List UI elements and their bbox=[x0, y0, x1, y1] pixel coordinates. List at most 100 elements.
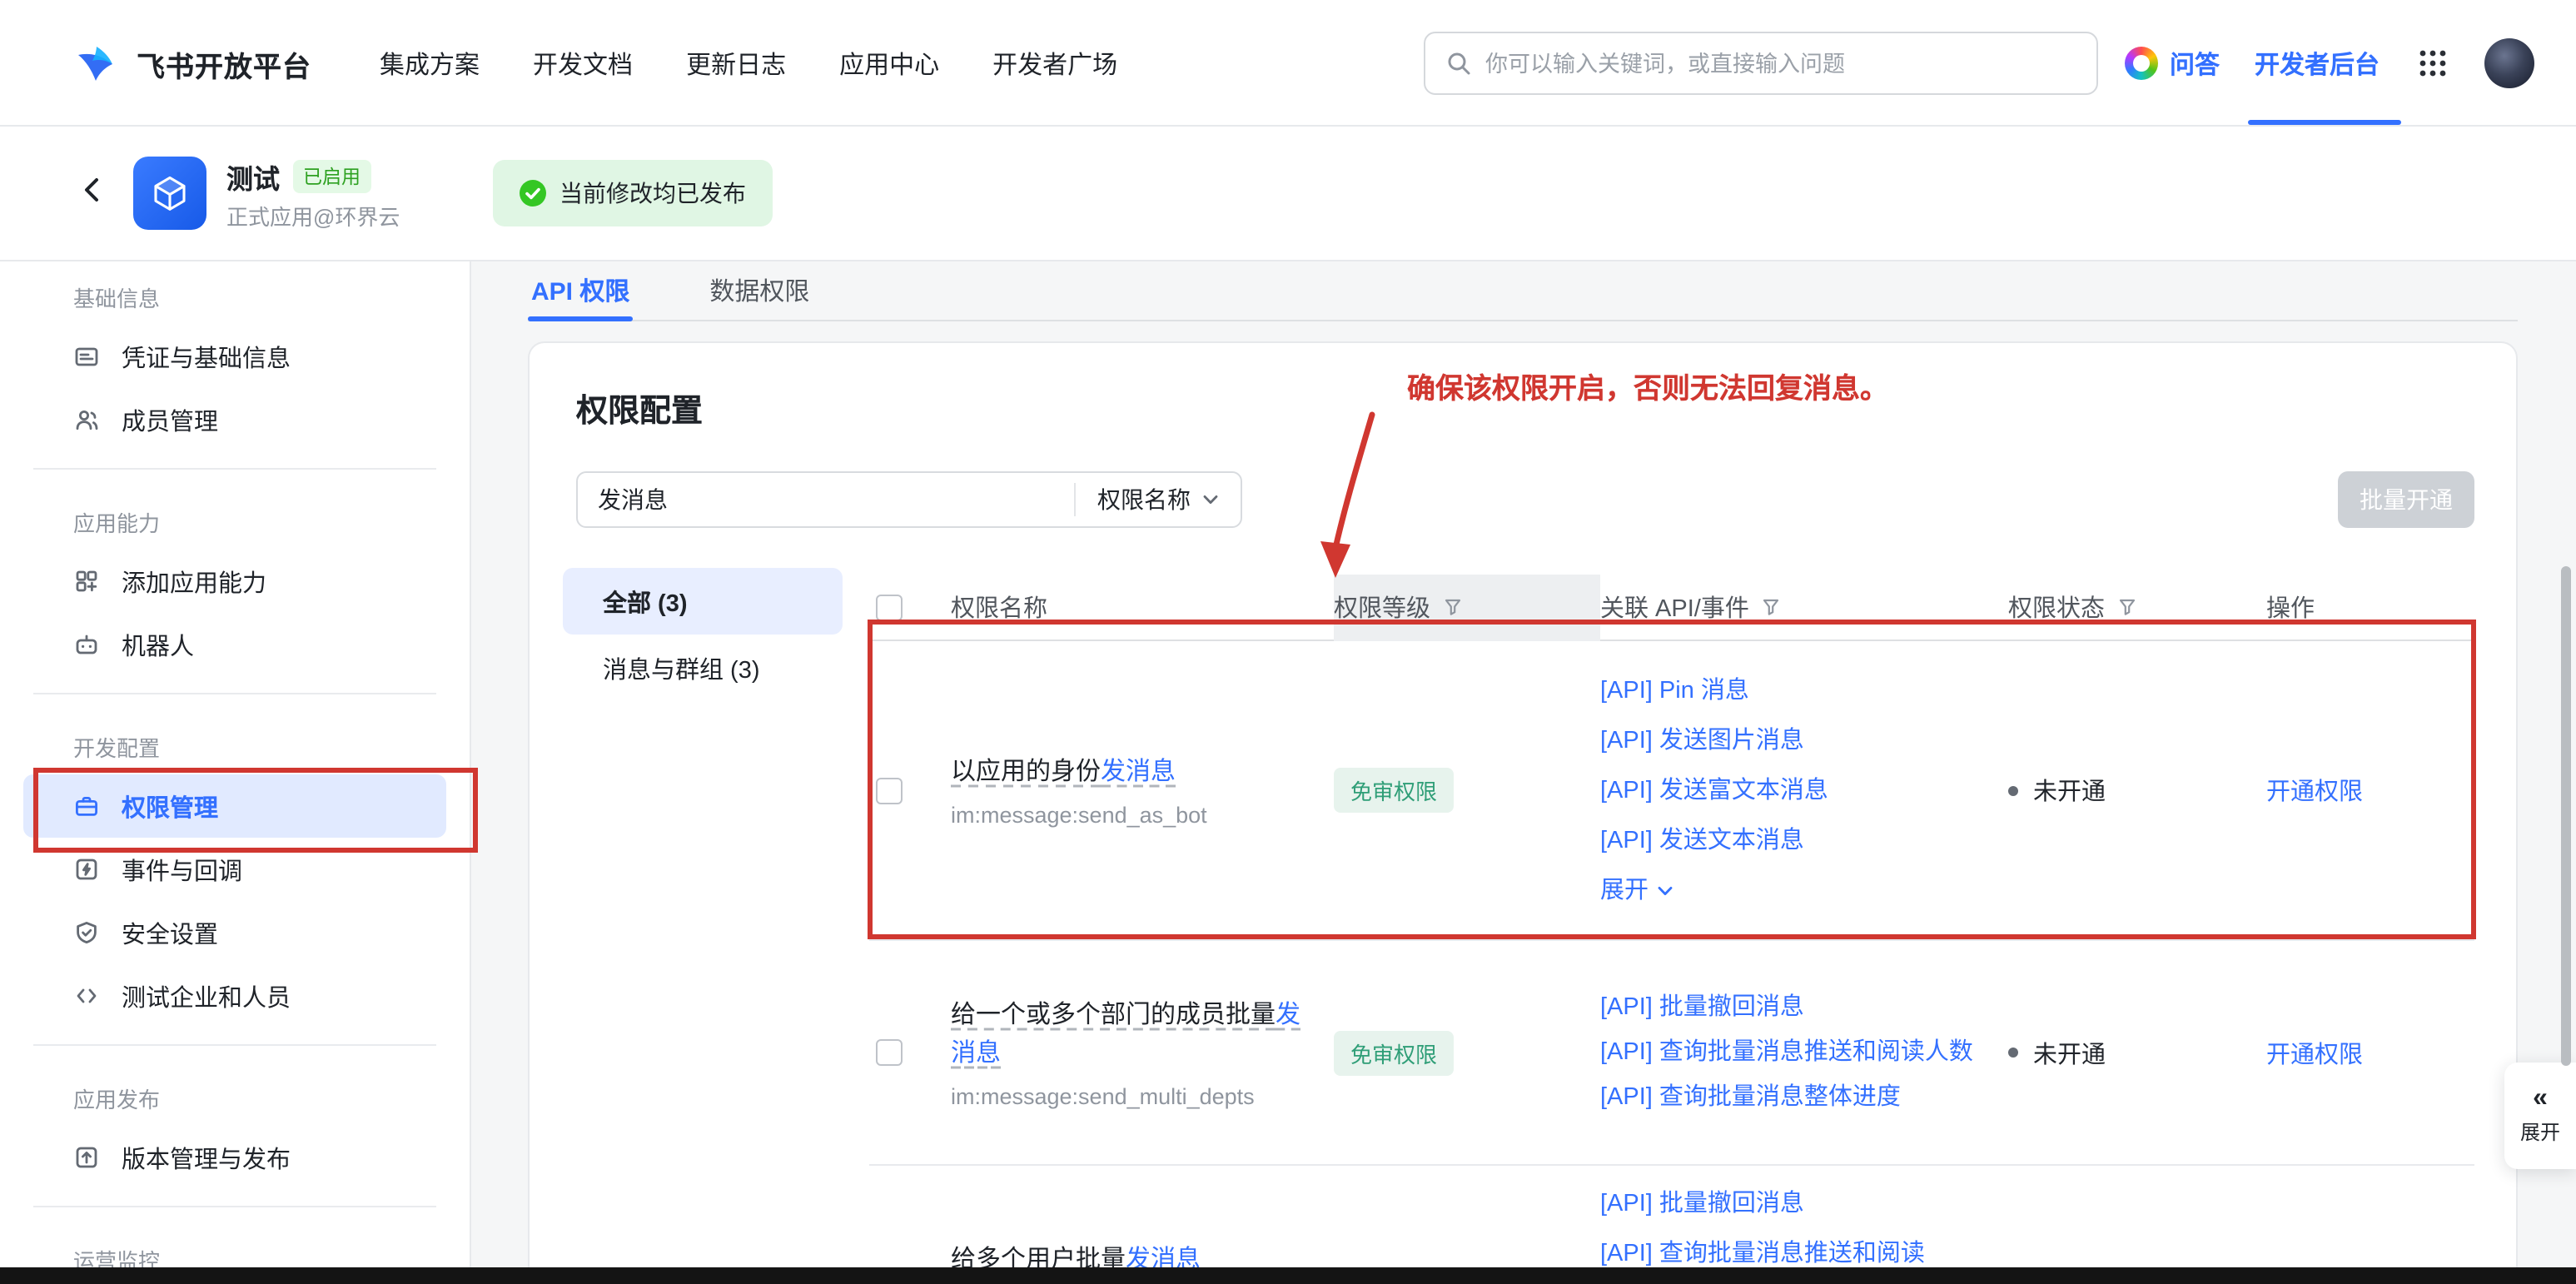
category-all[interactable]: 全部 (3) bbox=[563, 568, 843, 635]
global-search-input[interactable] bbox=[1485, 51, 2076, 76]
row-checkbox[interactable] bbox=[876, 777, 903, 804]
search-type-label: 权限名称 bbox=[1097, 483, 1191, 516]
sidebar-divider bbox=[33, 468, 436, 470]
category-messaging[interactable]: 消息与群组 (3) bbox=[563, 635, 843, 701]
robot-icon bbox=[73, 631, 100, 658]
sidebar: 基础信息 凭证与基础信息 成员管理 应用能力 添加应用能力 机器人 开发配置 权… bbox=[0, 261, 471, 1284]
sidebar-item-label: 事件与回调 bbox=[122, 852, 242, 887]
batch-approve-button[interactable]: 批量开通 bbox=[2338, 471, 2474, 528]
search-highlight: 发消息 bbox=[1101, 758, 1176, 786]
sidebar-item-members[interactable]: 成员管理 bbox=[23, 388, 446, 451]
top-navbar: 飞书开放平台 集成方案 开发文档 更新日志 应用中心 开发者广场 问答 开发者后… bbox=[0, 0, 2576, 127]
nav-item-appcenter[interactable]: 应用中心 bbox=[839, 46, 939, 81]
table-row: 以应用的身份发消息 im:message:send_as_bot 免审权限 [A… bbox=[869, 641, 2474, 941]
permission-search-input[interactable] bbox=[578, 486, 1074, 513]
permission-icon bbox=[73, 793, 100, 819]
sidebar-item-label: 测试企业和人员 bbox=[122, 978, 291, 1013]
level-badge: 免审权限 bbox=[1334, 768, 1454, 813]
select-all-checkbox[interactable] bbox=[876, 594, 903, 620]
back-button[interactable] bbox=[77, 173, 110, 215]
expand-panel-button[interactable]: « 展开 bbox=[2504, 1063, 2576, 1169]
permission-name[interactable]: 以应用的身份发消息 bbox=[951, 753, 1304, 791]
shield-icon bbox=[73, 919, 100, 946]
developer-console-link[interactable]: 开发者后台 bbox=[2255, 0, 2380, 127]
row-checkbox[interactable] bbox=[876, 1039, 903, 1066]
qa-label: 问答 bbox=[2170, 46, 2220, 81]
api-link[interactable]: [API] 查询批量消息推送和阅读人数 bbox=[1600, 1030, 1992, 1075]
capability-icon bbox=[73, 568, 100, 595]
check-circle-icon bbox=[520, 180, 546, 207]
apps-grid-icon[interactable] bbox=[2418, 48, 2448, 87]
sidebar-item-version-release[interactable]: 版本管理与发布 bbox=[23, 1126, 446, 1189]
api-link[interactable]: [API] 发送图片消息 bbox=[1600, 715, 1992, 765]
status-dot-icon bbox=[2008, 785, 2018, 795]
tab-data-permissions[interactable]: 数据权限 bbox=[706, 261, 813, 320]
qa-link[interactable]: 问答 bbox=[2125, 0, 2220, 127]
api-link[interactable]: [API] Pin 消息 bbox=[1600, 665, 1992, 715]
global-search[interactable] bbox=[1424, 32, 2098, 95]
top-menu: 集成方案 开发文档 更新日志 应用中心 开发者广场 bbox=[380, 0, 1117, 127]
search-type-dropdown[interactable]: 权限名称 bbox=[1074, 483, 1241, 516]
sidebar-item-test-org[interactable]: 测试企业和人员 bbox=[23, 964, 446, 1028]
sidebar-item-bot[interactable]: 机器人 bbox=[23, 613, 446, 676]
app-subtitle: 正式应用@环界云 bbox=[226, 200, 400, 231]
qa-icon bbox=[2125, 47, 2158, 80]
api-link[interactable]: [API] 批量撤回消息 bbox=[1600, 1179, 1992, 1229]
code-icon bbox=[73, 983, 100, 1009]
status-badge: 未开通 bbox=[2008, 1035, 2266, 1070]
nav-item-devplaza[interactable]: 开发者广场 bbox=[992, 46, 1117, 81]
sidebar-section-release: 应用发布 bbox=[0, 1063, 470, 1126]
header-permission-name: 权限名称 bbox=[951, 590, 1334, 625]
nav-item-changelog[interactable]: 更新日志 bbox=[686, 46, 786, 81]
event-icon bbox=[73, 856, 100, 883]
card-title: 权限配置 bbox=[576, 386, 703, 431]
nav-item-docs[interactable]: 开发文档 bbox=[533, 46, 633, 81]
permission-config-card: 权限配置 权限名称 批量开通 全部 (3) 消息与群组 (3) 权限名称 bbox=[528, 341, 2518, 1284]
open-permission-link[interactable]: 开通权限 bbox=[2266, 779, 2363, 806]
level-badge: 免审权限 bbox=[1334, 1030, 1454, 1075]
user-avatar[interactable] bbox=[2484, 38, 2534, 88]
expand-apis-link[interactable]: 展开 bbox=[1600, 865, 1992, 915]
credential-icon bbox=[73, 343, 100, 370]
sidebar-section-basic: 基础信息 bbox=[0, 261, 470, 325]
sidebar-item-events[interactable]: 事件与回调 bbox=[23, 838, 446, 901]
sidebar-divider bbox=[33, 1206, 436, 1207]
tab-api-permissions[interactable]: API 权限 bbox=[528, 261, 633, 320]
sidebar-item-label: 权限管理 bbox=[122, 789, 218, 824]
table-row: 给多个用户批量发消息 [API] 批量撤回消息 [API] 查询批量消息推送和阅… bbox=[869, 1166, 2474, 1284]
members-icon bbox=[73, 406, 100, 433]
brand[interactable]: 飞书开放平台 bbox=[73, 0, 311, 127]
header-related-api: 关联 API/事件 bbox=[1600, 590, 2008, 625]
api-link[interactable]: [API] 批量撤回消息 bbox=[1600, 985, 1992, 1030]
permission-code: im:message:send_multi_depts bbox=[951, 1084, 1304, 1109]
api-link[interactable]: [API] 发送富文本消息 bbox=[1600, 765, 1992, 815]
sidebar-item-security[interactable]: 安全设置 bbox=[23, 901, 446, 964]
main-content: API 权限 数据权限 权限配置 权限名称 批量开通 全部 (3) 消息与群组 … bbox=[471, 261, 2576, 1284]
header-actions: 操作 bbox=[2266, 590, 2474, 625]
filter-funnel-icon[interactable] bbox=[1444, 598, 1462, 616]
permission-tabs: API 权限 数据权限 bbox=[528, 261, 2518, 321]
open-permission-link[interactable]: 开通权限 bbox=[2266, 1042, 2363, 1068]
sidebar-item-label: 添加应用能力 bbox=[122, 564, 266, 599]
sidebar-divider bbox=[33, 693, 436, 694]
sidebar-item-label: 版本管理与发布 bbox=[122, 1140, 291, 1175]
sidebar-item-credentials[interactable]: 凭证与基础信息 bbox=[23, 325, 446, 388]
release-icon bbox=[73, 1144, 100, 1171]
nav-item-integration[interactable]: 集成方案 bbox=[380, 46, 480, 81]
sidebar-item-label: 安全设置 bbox=[122, 915, 218, 950]
status-badge: 未开通 bbox=[2008, 773, 2266, 808]
sidebar-item-permissions[interactable]: 权限管理 bbox=[23, 774, 446, 838]
vertical-scrollbar[interactable] bbox=[2561, 566, 2571, 1066]
api-link[interactable]: [API] 发送文本消息 bbox=[1600, 815, 1992, 865]
filter-funnel-icon[interactable] bbox=[1763, 598, 1781, 616]
permission-search[interactable]: 权限名称 bbox=[576, 471, 1242, 528]
chevron-down-icon bbox=[1657, 882, 1673, 898]
bottom-edge bbox=[0, 1267, 2576, 1284]
api-link[interactable]: [API] 查询批量消息整体进度 bbox=[1600, 1075, 1992, 1120]
sidebar-item-add-capability[interactable]: 添加应用能力 bbox=[23, 550, 446, 613]
sidebar-section-capability: 应用能力 bbox=[0, 486, 470, 550]
permission-name[interactable]: 给一个或多个部门的成员批量发消息 bbox=[951, 996, 1304, 1072]
permission-table: 权限名称 权限等级 关联 API/事件 权限状态 操作 bbox=[869, 575, 2474, 1284]
search-icon bbox=[1445, 50, 1472, 77]
filter-funnel-icon[interactable] bbox=[2118, 598, 2136, 616]
